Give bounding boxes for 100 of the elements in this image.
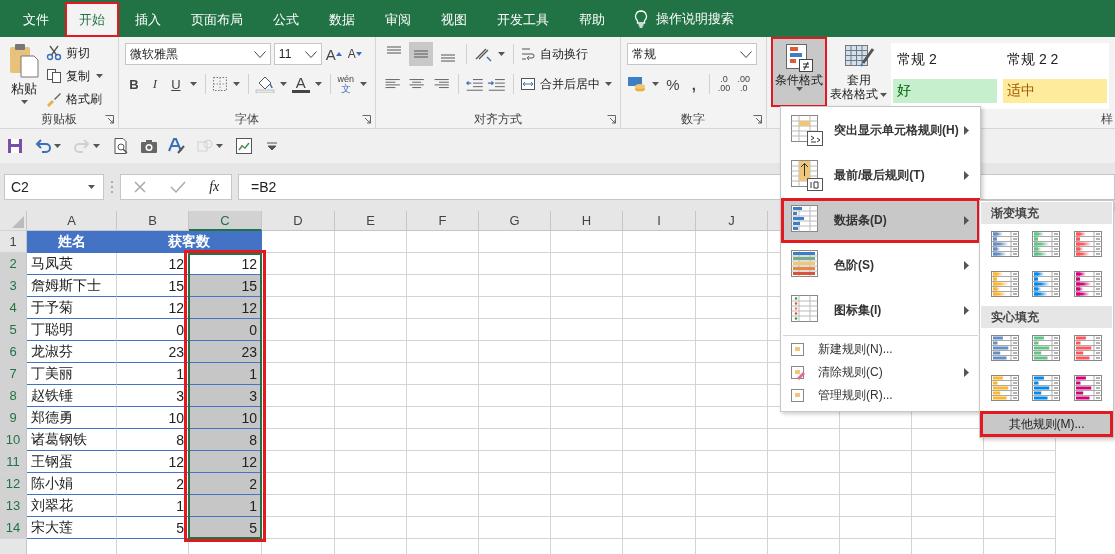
number-format-dropdown[interactable]: 常规 (626, 43, 757, 65)
bold-button[interactable]: B (124, 73, 143, 95)
menu-item[interactable]: 数据条(D) (781, 198, 980, 243)
gradient-data-bar-icon[interactable] (1032, 231, 1061, 257)
comma-style-button[interactable]: , (684, 73, 703, 95)
print-preview-icon[interactable] (112, 137, 130, 155)
row-header[interactable]: 12 (0, 473, 27, 495)
row-header[interactable]: 2 (0, 253, 27, 275)
row-header[interactable]: 13 (0, 495, 27, 517)
vertical-align-icon[interactable] (408, 42, 433, 66)
menu-item[interactable]: 管理规则(R)... (781, 384, 980, 407)
row-header[interactable]: 5 (0, 319, 27, 341)
tell-me-search[interactable]: 操作说明搜索 (634, 0, 734, 37)
menu-item[interactable]: 清除规则(C) (781, 361, 980, 384)
fill-bucket-icon[interactable] (254, 75, 275, 93)
column-header[interactable]: F (407, 211, 479, 231)
solid-data-bar-icon[interactable] (990, 335, 1019, 361)
column-header[interactable]: D (262, 211, 335, 231)
menu-item[interactable]: 新建规则(N)... (781, 338, 980, 361)
insert-function-button[interactable]: fx (209, 179, 220, 195)
paste-button[interactable]: 粘贴 (6, 42, 42, 110)
underline-button[interactable]: U (166, 73, 185, 95)
solid-data-bar-icon[interactable] (990, 375, 1019, 401)
checkmark-icon[interactable] (169, 180, 186, 194)
column-header[interactable]: A (27, 211, 117, 231)
chart-icon[interactable] (235, 137, 253, 155)
dialog-launcher-icon[interactable] (361, 115, 371, 124)
cancel-icon[interactable] (132, 180, 147, 194)
font-color-button[interactable]: A (291, 75, 310, 93)
font-size-dropdown[interactable]: 11 (273, 43, 322, 65)
dialog-launcher-icon[interactable] (753, 115, 762, 124)
menu-item[interactable]: 突出显示单元格规则(H) (781, 108, 980, 153)
solid-data-bar-icon[interactable] (1074, 335, 1103, 361)
ribbon-tab[interactable]: 文件 (9, 2, 63, 37)
camera-icon[interactable] (140, 137, 158, 155)
row-header[interactable]: 7 (0, 363, 27, 385)
percent-button[interactable]: % (663, 73, 682, 95)
italic-button[interactable]: I (145, 73, 164, 95)
drag-handle-icon[interactable] (110, 180, 114, 194)
column-header[interactable]: B (117, 211, 189, 231)
border-icon[interactable] (211, 76, 228, 92)
conditional-formatting-button[interactable]: 条件格式 (771, 37, 827, 107)
ribbon-tab[interactable]: 审阅 (371, 2, 425, 37)
ribbon-tab[interactable]: 帮助 (565, 2, 619, 37)
row-header[interactable]: 14 (0, 517, 27, 539)
decrease-font-size-button[interactable]: A (345, 43, 364, 65)
font-name-dropdown[interactable]: 微软雅黑 (124, 43, 271, 65)
column-header[interactable]: I (623, 211, 696, 231)
ribbon-tab[interactable]: 数据 (315, 2, 369, 37)
name-box[interactable]: C2 (4, 174, 104, 200)
dialog-launcher-icon[interactable] (606, 115, 616, 124)
merge-center-button[interactable]: 合并后居中 (519, 73, 600, 95)
undo-icon[interactable] (34, 137, 52, 155)
solid-data-bar-icon[interactable] (1032, 335, 1061, 361)
ribbon-tab[interactable]: 视图 (427, 2, 481, 37)
gradient-data-bar-icon[interactable] (990, 231, 1019, 257)
row-header[interactable]: 4 (0, 297, 27, 319)
copy-button[interactable]: 复制 (46, 65, 105, 87)
cell-style-option[interactable]: 好 (893, 79, 997, 103)
gradient-data-bar-icon[interactable] (990, 271, 1019, 297)
row-header[interactable]: 11 (0, 451, 27, 473)
column-header[interactable]: E (335, 211, 407, 231)
format-painter-button[interactable]: 格式刷 (46, 88, 105, 110)
column-header[interactable]: J (696, 211, 768, 231)
gradient-data-bar-icon[interactable] (1032, 271, 1061, 297)
increase-font-size-button[interactable]: A (324, 43, 343, 65)
save-icon[interactable] (6, 137, 24, 155)
ribbon-tab[interactable]: 页面布局 (177, 2, 257, 37)
solid-data-bar-icon[interactable] (1032, 375, 1061, 401)
letter-brush-icon[interactable] (168, 137, 186, 155)
gradient-data-bar-icon[interactable] (1074, 231, 1103, 257)
row-header[interactable]: 6 (0, 341, 27, 363)
row-header[interactable]: 3 (0, 275, 27, 297)
cell-style-option[interactable]: 常规 2 2 (1003, 45, 1107, 75)
column-header[interactable]: G (479, 211, 551, 231)
ribbon-tab[interactable]: 插入 (121, 2, 175, 37)
menu-item[interactable]: 色阶(S) (781, 243, 980, 288)
row-header[interactable]: 10 (0, 429, 27, 451)
row-header[interactable]: 1 (0, 231, 27, 253)
row-header[interactable]: 8 (0, 385, 27, 407)
row-header[interactable]: 9 (0, 407, 27, 429)
column-header[interactable]: H (551, 211, 623, 231)
currency-icon[interactable] (626, 75, 647, 93)
increase-decimal-button[interactable]: .0 .00 (715, 75, 733, 93)
decrease-decimal-button[interactable]: .00 .0 (735, 75, 752, 93)
ribbon-tab[interactable]: 公式 (259, 2, 313, 37)
cell-style-option[interactable]: 常规 2 (893, 45, 997, 75)
solid-data-bar-icon[interactable] (1074, 375, 1103, 401)
ribbon-tab[interactable]: 开始 (65, 2, 119, 37)
cell-style-option[interactable]: 适中 (1003, 79, 1107, 103)
phonetic-guide-button[interactable]: wén 文 (336, 73, 355, 95)
format-as-table-button[interactable]: 套用 表格格式 (831, 37, 887, 107)
menu-item[interactable]: 图标集(I) (781, 288, 980, 333)
cut-button[interactable]: 剪切 (46, 42, 105, 64)
ribbon-tab[interactable]: 开发工具 (483, 2, 563, 37)
wrap-text-button[interactable]: 自动换行 (519, 43, 588, 65)
dialog-launcher-icon[interactable] (104, 115, 114, 124)
more-rules-item[interactable]: 其他规则(M)... (980, 411, 1113, 437)
gradient-data-bar-icon[interactable] (1074, 271, 1103, 297)
column-header[interactable]: C (189, 211, 262, 231)
